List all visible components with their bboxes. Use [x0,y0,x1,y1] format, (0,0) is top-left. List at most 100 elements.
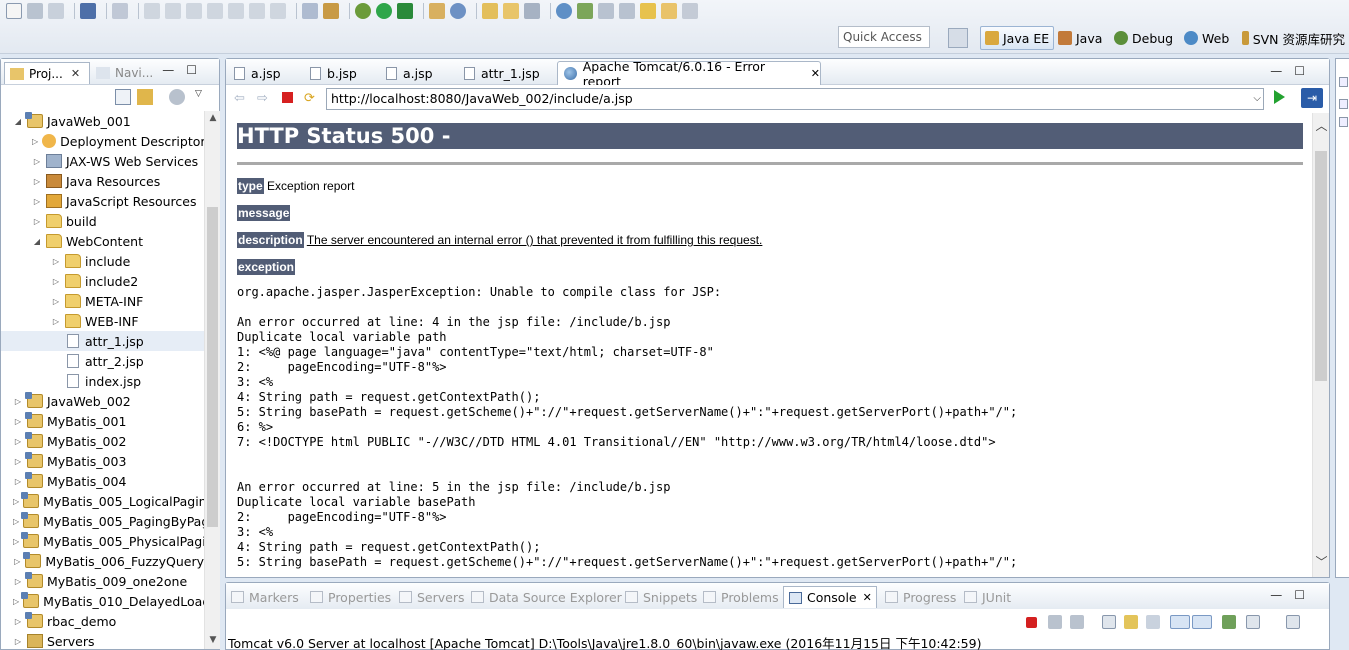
perspective-web[interactable]: Web [1180,26,1233,50]
open-folder-icon[interactable] [503,3,519,19]
tree-item[interactable]: ▷ MyBatis_003 [1,451,204,471]
collapsed-arrow-icon[interactable]: ▷ [32,137,38,146]
collapsed-arrow-icon[interactable]: ▷ [13,477,23,486]
tree-item[interactable]: ▷ MyBatis_004 [1,471,204,491]
tree-item[interactable]: ▷ MyBatis_001 [1,411,204,431]
collapsed-arrow-icon[interactable]: ▷ [51,297,61,306]
tab-servers[interactable]: Servers [399,586,465,608]
perspective-java-ee[interactable]: Java EE [980,26,1055,50]
run-icon[interactable] [376,3,392,19]
close-icon[interactable]: ✕ [863,591,872,604]
scroll-down-icon[interactable]: ▼ [205,635,221,645]
chevron-down-icon[interactable]: ⌵ [1253,89,1261,109]
terminate-icon[interactable] [186,3,202,19]
collapsed-arrow-icon[interactable]: ▷ [13,417,23,426]
new-icon[interactable] [6,3,22,19]
editor-scrollbar[interactable]: ︿ ﹀ [1312,113,1329,577]
previous-annotation-icon[interactable] [619,3,635,19]
tree-item[interactable]: ▷ include [1,251,204,271]
collapsed-arrow-icon[interactable]: ▷ [51,317,61,326]
maximize-icon[interactable]: ☐ [186,63,209,77]
collapsed-arrow-icon[interactable]: ▷ [51,257,61,266]
open-external-icon[interactable]: ⇥ [1301,88,1323,108]
scroll-up-icon[interactable]: ▲ [205,113,221,123]
skip-breakpoints-icon[interactable] [112,3,128,19]
close-icon[interactable]: ✕ [71,67,80,80]
pin-console-icon[interactable] [1222,615,1236,629]
collapsed-arrow-icon[interactable]: ▷ [13,437,23,446]
perspective-java[interactable]: Java [1054,26,1106,50]
tree-item[interactable]: ▷ rbac_demo [1,611,204,631]
terminate-icon[interactable] [1026,617,1037,628]
collapsed-arrow-icon[interactable]: ▷ [13,497,19,506]
forward-arrow-icon[interactable]: ⇨ [257,91,268,106]
tree-item[interactable]: ▷ MyBatis_002 [1,431,204,451]
perspective-debug[interactable]: Debug [1110,26,1177,50]
tree-item[interactable]: ▷ MyBatis_006_FuzzyQuery [1,551,204,571]
tree-item[interactable]: ▷ MyBatis_010_DelayedLoad [1,591,204,611]
tree-item[interactable]: ◢ WebContent [1,231,204,251]
tree-item[interactable]: ▷ MyBatis_005_PhysicalPaging [1,531,204,551]
toggle-comment-icon[interactable] [302,3,318,19]
chevron-down-icon[interactable]: ﹀ [1313,553,1330,570]
tree-item[interactable]: ▷ JAX-WS Web Services [1,151,204,171]
close-icon[interactable]: ✕ [811,67,820,80]
save-icon[interactable] [27,3,43,19]
maximize-icon[interactable]: ☐ [1294,64,1317,78]
collapsed-arrow-icon[interactable]: ▷ [13,537,19,546]
tree-item[interactable]: ▷ JavaWeb_002 [1,391,204,411]
tab-b-jsp[interactable]: b.jsp [304,61,378,85]
tab-markers[interactable]: Markers [231,586,299,608]
minimize-icon[interactable]: — [162,63,186,77]
collapsed-arrow-icon[interactable]: ▷ [13,577,23,586]
tree-item[interactable]: ▷ Java Resources [1,171,204,191]
collapsed-arrow-icon[interactable]: ▷ [13,457,23,466]
stop-icon[interactable] [282,92,293,103]
tab-progress[interactable]: Progress [885,586,956,608]
tree-item[interactable]: attr_1.jsp [1,331,204,351]
tab-data-source-explorer[interactable]: Data Source Explorer [471,586,622,608]
display-console-icon[interactable] [1246,615,1260,629]
resume-icon[interactable] [144,3,160,19]
filter-icon[interactable] [169,89,185,105]
tab-a-jsp[interactable]: a.jsp [228,61,302,85]
refresh-icon[interactable]: ⟳ [304,91,315,106]
open-perspective-icon[interactable] [948,28,968,48]
tab-junit[interactable]: JUnit [964,586,1011,608]
tree-item[interactable]: ▷ WEB-INF [1,311,204,331]
tree-item[interactable]: ▷ build [1,211,204,231]
perspective-svn[interactable]: SVN 资源库研究 [1238,26,1349,50]
step-into-icon[interactable] [228,3,244,19]
collapsed-arrow-icon[interactable]: ▷ [32,197,42,206]
scrollbar-thumb[interactable] [1315,151,1327,381]
collapse-all-icon[interactable] [115,89,131,105]
tree-item[interactable]: ▷ include2 [1,271,204,291]
web-browser-icon[interactable] [556,3,572,19]
view-menu-icon[interactable]: ▽ [195,89,211,105]
disconnect-icon[interactable] [207,3,223,19]
new-server-icon[interactable] [429,3,445,19]
collapsed-arrow-icon[interactable]: ▷ [32,157,42,166]
url-input[interactable]: http://localhost:8080/JavaWeb_002/includ… [326,88,1264,110]
tree-item[interactable]: ▷ JavaScript Resources [1,191,204,211]
tree-item[interactable]: ◢ JavaWeb_001 [1,111,204,131]
collapsed-arrow-icon[interactable]: ▷ [13,517,19,526]
back-icon[interactable] [661,3,677,19]
word-wrap-icon[interactable] [1146,615,1160,629]
suspend-icon[interactable] [165,3,181,19]
debug-icon[interactable] [355,3,371,19]
refactor-icon[interactable] [323,3,339,19]
collapsed-arrow-icon[interactable]: ▷ [13,617,23,626]
minimize-icon[interactable]: — [1270,588,1294,602]
tab-properties[interactable]: Properties [310,586,391,608]
collapsed-arrow-icon[interactable]: ▷ [32,177,42,186]
back-arrow-icon[interactable]: ⇦ [234,91,245,106]
tree-item[interactable]: attr_2.jsp [1,351,204,371]
forward-icon[interactable] [682,3,698,19]
tree-scrollbar[interactable]: ▲ ▼ [204,111,220,649]
expanded-arrow-icon[interactable]: ◢ [13,117,23,126]
tree-item[interactable]: index.jsp [1,371,204,391]
task-list-icon[interactable] [1339,99,1348,109]
mark-icon[interactable] [577,3,593,19]
tree-item[interactable]: ▷ MyBatis_009_one2one [1,571,204,591]
